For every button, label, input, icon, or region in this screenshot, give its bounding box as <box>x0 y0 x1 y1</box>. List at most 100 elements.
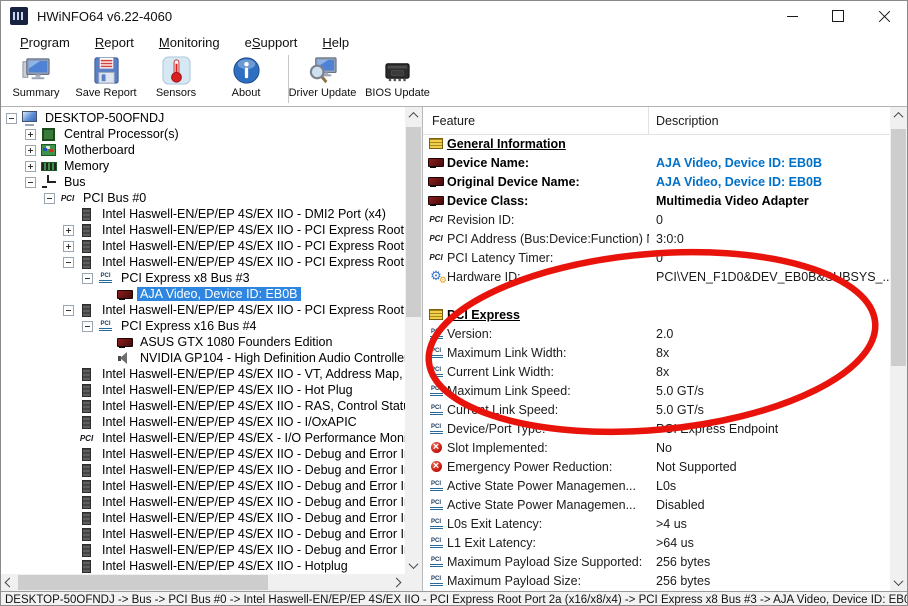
tree-item-label[interactable]: Central Processor(s) <box>61 127 182 141</box>
tree-item-label[interactable]: PCI Bus #0 <box>80 191 149 205</box>
tree-item[interactable]: PCI Express x8 Bus #3 <box>2 270 405 286</box>
about-button[interactable]: About <box>211 54 281 104</box>
collapse-icon[interactable] <box>25 177 36 188</box>
tree-item-label[interactable]: Intel Haswell-EN/EP/EP 4S/EX IIO - Hot P… <box>99 383 356 397</box>
menu-help[interactable]: Help <box>313 33 358 52</box>
scroll-up-button[interactable] <box>890 107 907 124</box>
collapse-icon[interactable] <box>6 113 17 124</box>
scroll-thumb[interactable] <box>18 575 268 590</box>
details-row[interactable]: Hardware ID:PCI\VEN_F1D0&DEV_EB0B&SUBSYS… <box>423 267 890 286</box>
scroll-up-button[interactable] <box>405 107 422 124</box>
tree-item[interactable]: Intel Haswell-EN/EP/EP 4S/EX IIO - DMI2 … <box>2 206 405 222</box>
sensors-button[interactable]: Sensors <box>141 54 211 104</box>
tree-item-label[interactable]: Intel Haswell-EN/EP/EP 4S/EX IIO - PCI E… <box>99 223 405 237</box>
details-vertical-scrollbar[interactable] <box>890 107 907 591</box>
details-row[interactable]: Device/Port Type:PCI Express Endpoint <box>423 419 890 438</box>
tree-item[interactable]: PCI Express x16 Bus #4 <box>2 318 405 334</box>
details-row[interactable]: Active State Power Managemen...L0s <box>423 476 890 495</box>
expand-icon[interactable] <box>63 225 74 236</box>
tree-item[interactable]: NVIDIA GP104 - High Definition Audio Con… <box>2 350 405 366</box>
bios-update-button[interactable]: BIOS Update <box>360 54 435 104</box>
tree-item-label[interactable]: NVIDIA GP104 - High Definition Audio Con… <box>137 351 405 365</box>
tree-item-label[interactable]: Intel Haswell-EN/EP/EP 4S/EX IIO - Debug… <box>99 543 405 557</box>
tree-item-label[interactable]: PCI Express x16 Bus #4 <box>118 319 259 333</box>
save-report-button[interactable]: Save Report <box>71 54 141 104</box>
tree-item[interactable]: PCI Bus #0 <box>2 190 405 206</box>
tree-item-label[interactable]: PCI Express x8 Bus #3 <box>118 271 253 285</box>
scroll-thumb[interactable] <box>406 127 421 317</box>
tree-item[interactable]: Motherboard <box>2 142 405 158</box>
scroll-thumb[interactable] <box>891 129 906 366</box>
collapse-icon[interactable] <box>44 193 55 204</box>
summary-button[interactable]: Summary <box>1 54 71 104</box>
tree-item[interactable]: Intel Haswell-EN/EP/EP 4S/EX IIO - Debug… <box>2 462 405 478</box>
scroll-left-button[interactable] <box>1 574 18 591</box>
tree-item[interactable]: Bus <box>2 174 405 190</box>
tree-item[interactable]: Intel Haswell-EN/EP/EP 4S/EX IIO - Debug… <box>2 542 405 558</box>
tree-item[interactable]: ASUS GTX 1080 Founders Edition <box>2 334 405 350</box>
tree-item-label[interactable]: Intel Haswell-EN/EP/EP 4S/EX IIO - Debug… <box>99 495 405 509</box>
menu-report[interactable]: Report <box>86 33 143 52</box>
tree-item-label[interactable]: Intel Haswell-EN/EP/EP 4S/EX IIO - PCI E… <box>99 239 405 253</box>
expand-icon[interactable] <box>63 241 74 252</box>
details-row[interactable]: L0s Exit Latency:>4 us <box>423 514 890 533</box>
tree-item-label[interactable]: DESKTOP-50OFNDJ <box>42 111 167 125</box>
minimize-button[interactable] <box>769 1 815 31</box>
tree-item[interactable]: Central Processor(s) <box>2 126 405 142</box>
details-row[interactable]: Version:2.0 <box>423 324 890 343</box>
menu-program[interactable]: Program <box>11 33 79 52</box>
tree-item[interactable]: Intel Haswell-EN/EP/EP 4S/EX IIO - Hot P… <box>2 382 405 398</box>
tree-item[interactable]: Intel Haswell-EN/EP/EP 4S/EX - I/O Perfo… <box>2 430 405 446</box>
details-row[interactable]: Maximum Link Speed:5.0 GT/s <box>423 381 890 400</box>
expand-icon[interactable] <box>25 161 36 172</box>
tree-item-label[interactable]: Intel Haswell-EN/EP/EP 4S/EX IIO - I/OxA… <box>99 415 360 429</box>
scroll-down-button[interactable] <box>890 574 907 591</box>
tree-item[interactable]: Intel Haswell-EN/EP/EP 4S/EX IIO - PCI E… <box>2 254 405 270</box>
tree-item-label[interactable]: Intel Haswell-EN/EP/EP 4S/EX IIO - PCI E… <box>99 303 405 317</box>
tree-item-label[interactable]: Intel Haswell-EN/EP/EP 4S/EX IIO - Debug… <box>99 479 405 493</box>
tree-item-label[interactable]: Intel Haswell-EN/EP/EP 4S/EX - I/O Perfo… <box>99 431 405 445</box>
tree-item-label[interactable]: Memory <box>61 159 112 173</box>
feature-column-header[interactable]: Feature <box>423 107 649 134</box>
details-row[interactable]: Emergency Power Reduction:Not Supported <box>423 457 890 476</box>
tree-item[interactable]: Intel Haswell-EN/EP/EP 4S/EX IIO - PCI E… <box>2 302 405 318</box>
expand-icon[interactable] <box>25 145 36 156</box>
collapse-icon[interactable] <box>82 273 93 284</box>
tree-item[interactable]: Intel Haswell-EN/EP/EP 4S/EX IIO - PCI E… <box>2 238 405 254</box>
details-row[interactable]: Revision ID:0 <box>423 210 890 229</box>
tree-horizontal-scrollbar[interactable] <box>1 574 405 591</box>
details-row[interactable]: PCI Address (Bus:Device:Function) Nu...3… <box>423 229 890 248</box>
details-row[interactable]: Current Link Width:8x <box>423 362 890 381</box>
collapse-icon[interactable] <box>82 321 93 332</box>
tree-item-label[interactable]: Intel Haswell-EN/EP/EP 4S/EX IIO - Debug… <box>99 527 405 541</box>
tree-item-label[interactable]: Intel Haswell-EN/EP/EP 4S/EX IIO - Hotpl… <box>99 559 351 573</box>
tree-item-label[interactable]: AJA Video, Device ID: EB0B <box>137 287 301 301</box>
description-column-header[interactable]: Description <box>649 114 890 128</box>
tree-item-label[interactable]: Intel Haswell-EN/EP/EP 4S/EX IIO - RAS, … <box>99 399 405 413</box>
details-row[interactable]: Maximum Link Width:8x <box>423 343 890 362</box>
tree-item[interactable]: DESKTOP-50OFNDJ <box>2 110 405 126</box>
tree-item-label[interactable]: Bus <box>61 175 89 189</box>
tree-item[interactable]: Intel Haswell-EN/EP/EP 4S/EX IIO - Hotpl… <box>2 558 405 574</box>
tree-item-label[interactable]: Intel Haswell-EN/EP/EP 4S/EX IIO - Debug… <box>99 463 405 477</box>
tree-item[interactable]: AJA Video, Device ID: EB0B <box>2 286 405 302</box>
tree-item-label[interactable]: Intel Haswell-EN/EP/EP 4S/EX IIO - VT, A… <box>99 367 405 381</box>
scroll-down-button[interactable] <box>405 557 422 574</box>
tree-item-label[interactable]: Intel Haswell-EN/EP/EP 4S/EX IIO - PCI E… <box>99 255 405 269</box>
details-row[interactable]: Device Name:AJA Video, Device ID: EB0B <box>423 153 890 172</box>
collapse-icon[interactable] <box>63 305 74 316</box>
expand-icon[interactable] <box>25 129 36 140</box>
driver-update-button[interactable]: Driver Update <box>285 54 360 104</box>
details-row[interactable]: Slot Implemented:No <box>423 438 890 457</box>
tree-vertical-scrollbar[interactable] <box>405 107 422 574</box>
details-row[interactable]: PCI Latency Timer:0 <box>423 248 890 267</box>
tree-item[interactable]: Intel Haswell-EN/EP/EP 4S/EX IIO - Debug… <box>2 510 405 526</box>
scroll-right-button[interactable] <box>388 574 405 591</box>
tree-item[interactable]: Intel Haswell-EN/EP/EP 4S/EX IIO - Debug… <box>2 526 405 542</box>
details-row[interactable]: Active State Power Managemen...Disabled <box>423 495 890 514</box>
tree-item[interactable]: Intel Haswell-EN/EP/EP 4S/EX IIO - Debug… <box>2 478 405 494</box>
collapse-icon[interactable] <box>63 257 74 268</box>
details-row[interactable]: Device Class:Multimedia Video Adapter <box>423 191 890 210</box>
tree-item[interactable]: Intel Haswell-EN/EP/EP 4S/EX IIO - RAS, … <box>2 398 405 414</box>
details-row[interactable]: Maximum Payload Size Supported:256 bytes <box>423 552 890 571</box>
